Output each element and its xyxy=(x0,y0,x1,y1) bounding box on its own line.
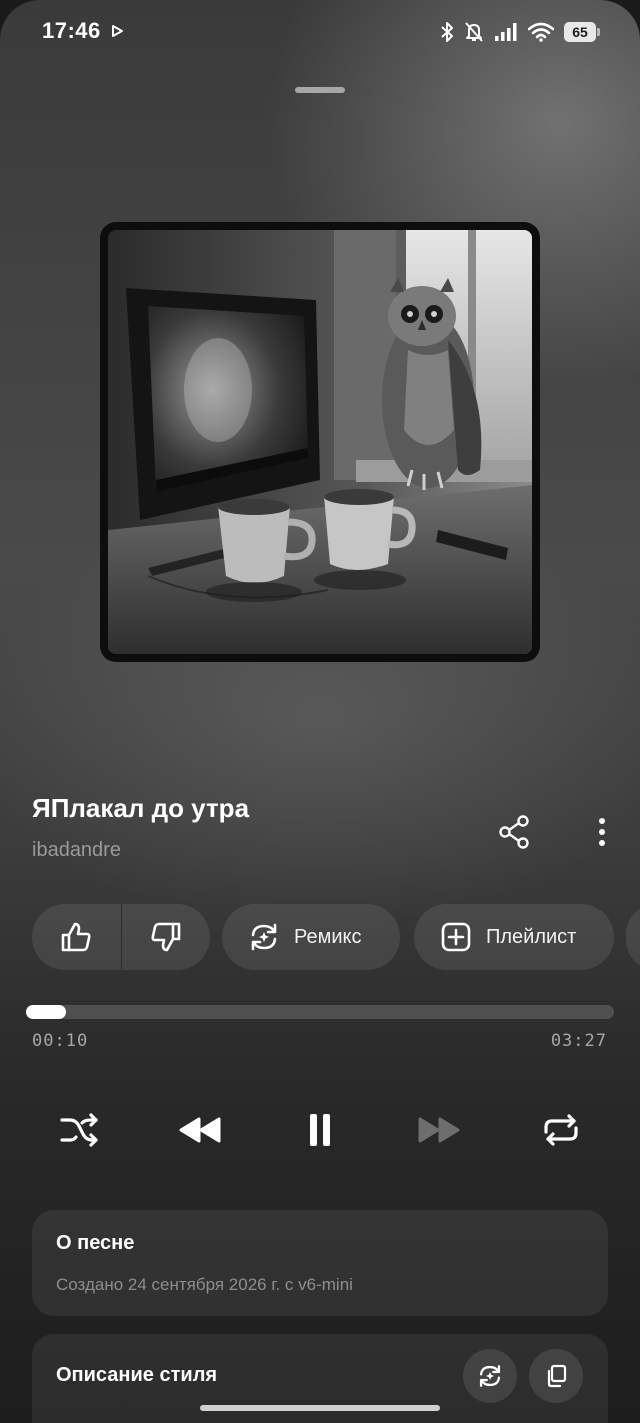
home-indicator[interactable] xyxy=(200,1405,440,1411)
style-description-title: Описание стиля xyxy=(56,1364,218,1386)
player-screen: 17:46 65 ЯПлакал до утра ibadandre Ремик… xyxy=(0,0,640,1423)
sheet-drag-handle[interactable] xyxy=(295,87,345,93)
like-button[interactable] xyxy=(32,904,121,970)
remix-icon xyxy=(251,923,277,951)
pause-icon xyxy=(310,1114,330,1146)
battery-level: 65 xyxy=(564,22,596,42)
muted-bell-icon xyxy=(465,22,483,42)
repeat-button[interactable] xyxy=(537,1106,585,1154)
remix-label: Ремикс xyxy=(294,925,362,948)
playlist-label: Плейлист xyxy=(486,925,577,948)
dislike-button[interactable] xyxy=(122,904,211,970)
share-icon xyxy=(499,815,529,849)
copy-icon xyxy=(547,1364,567,1388)
status-icons: 65 xyxy=(440,19,600,45)
elapsed-time: 00:10 xyxy=(32,1031,89,1051)
status-bar: 17:46 65 xyxy=(0,0,640,62)
vote-pill xyxy=(32,904,210,970)
total-time: 03:27 xyxy=(550,1031,607,1051)
more-actions-pill[interactable] xyxy=(626,904,640,970)
status-time: 17:46 xyxy=(42,18,101,43)
more-options-button[interactable] xyxy=(588,812,616,852)
about-song-meta: Создано 24 сентября 2026 г. с v6-mini xyxy=(56,1275,353,1294)
more-vertical-icon xyxy=(599,818,605,846)
previous-button[interactable] xyxy=(175,1106,223,1154)
remix-button[interactable]: Ремикс xyxy=(222,904,400,970)
next-button[interactable] xyxy=(416,1106,464,1154)
wifi-icon xyxy=(528,22,554,42)
owl-and-monitor-artwork xyxy=(108,230,532,654)
thumbs-up-icon xyxy=(61,922,91,952)
thumbs-down-icon xyxy=(151,922,181,952)
signal-icon xyxy=(495,23,517,41)
about-song-card[interactable]: О песне Создано 24 сентября 2026 г. с v6… xyxy=(32,1210,608,1316)
share-button[interactable] xyxy=(494,812,534,852)
add-to-playlist-button[interactable]: Плейлист xyxy=(414,904,614,970)
track-artist[interactable]: ibadandre xyxy=(32,839,121,862)
shuffle-icon xyxy=(60,1113,98,1147)
previous-icon xyxy=(179,1117,221,1143)
track-title: ЯПлакал до утра xyxy=(32,793,250,823)
progress-bar[interactable] xyxy=(26,1005,614,1019)
battery-icon: 65 xyxy=(564,22,600,42)
copy-style-button[interactable] xyxy=(529,1349,583,1403)
progress-fill xyxy=(26,1005,66,1019)
album-artwork xyxy=(100,222,540,662)
about-song-title: О песне xyxy=(56,1232,135,1254)
pause-button[interactable] xyxy=(296,1106,344,1154)
add-square-icon xyxy=(441,922,471,952)
next-icon xyxy=(418,1117,460,1143)
reuse-style-button[interactable] xyxy=(463,1349,517,1403)
repeat-icon xyxy=(544,1114,578,1146)
remix-icon xyxy=(479,1365,501,1387)
cast-icon xyxy=(112,25,123,37)
bluetooth-icon xyxy=(441,22,453,42)
shuffle-button[interactable] xyxy=(55,1106,103,1154)
